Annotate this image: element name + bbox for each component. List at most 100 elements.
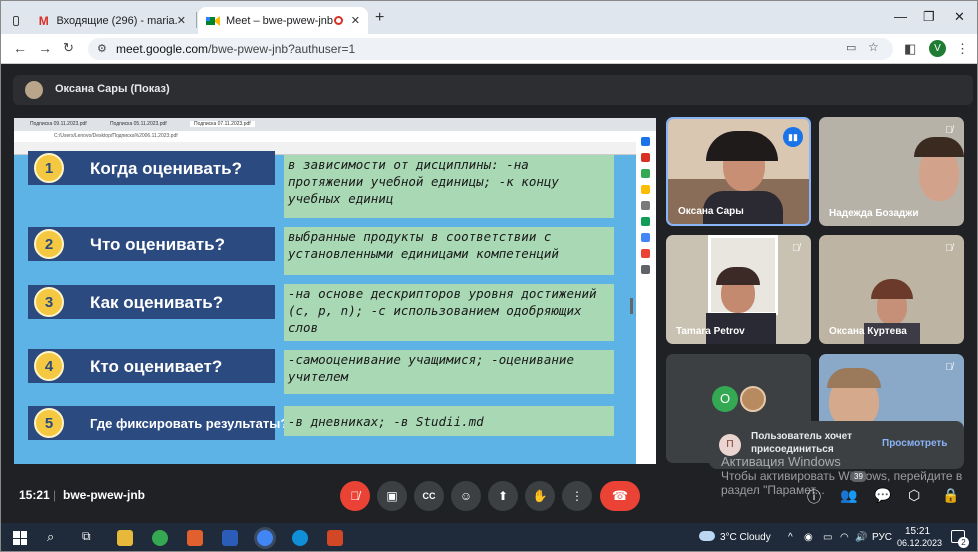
activities-icon[interactable]: ⬡ bbox=[908, 487, 920, 504]
address-bar[interactable]: ⚙ meet.google.com/bwe-pwew-jnb?authuser=… bbox=[88, 38, 893, 60]
minimize-button[interactable]: — bbox=[894, 9, 907, 24]
inner-tab: Подписка 05.11.2023.pdf bbox=[110, 121, 167, 127]
chrome-icon[interactable] bbox=[152, 530, 168, 546]
inner-scrollbar[interactable] bbox=[630, 298, 633, 314]
close-icon[interactable]: ✕ bbox=[177, 14, 186, 27]
inner-browser-tabs: Подписка 09.11.2023.pdf Подписка 05.11.2… bbox=[14, 118, 656, 131]
tab-meet-title: Meet – bwe-pwew-jnb bbox=[226, 14, 333, 27]
menu-dots-icon[interactable]: ⋮ bbox=[956, 41, 969, 57]
mic-off-icon: 🎙̸ bbox=[945, 243, 953, 254]
clock-time[interactable]: 15:21 bbox=[905, 526, 930, 537]
presenter-bar: Оксана Сары (Показ) bbox=[13, 75, 973, 105]
leave-call-button[interactable]: ☎ bbox=[600, 481, 640, 511]
view-request-button[interactable]: Просмотреть bbox=[882, 438, 947, 449]
browser-tab-strip: M Входящие (296) - maria.stiroi@ ✕ Meet … bbox=[1, 1, 977, 34]
presenter-label: Оксана Сары (Показ) bbox=[55, 83, 170, 95]
restore-button[interactable]: ❐ bbox=[923, 9, 935, 25]
bookmark-star-icon[interactable]: ☆ bbox=[868, 40, 879, 54]
chrome-active-icon[interactable] bbox=[257, 530, 273, 546]
tray-chevron-icon[interactable]: ^ bbox=[788, 532, 793, 543]
raise-hand-button[interactable]: ✋ bbox=[525, 481, 555, 511]
participant-tile[interactable]: 🎙̸ Оксана Куртева bbox=[819, 235, 964, 344]
participant-name: Tamara Petrov bbox=[676, 326, 745, 337]
wifi-icon[interactable]: ◠ bbox=[840, 532, 849, 543]
divider: | bbox=[53, 488, 57, 502]
slide-answer-4: -самооценивание учащимися; -оценивание у… bbox=[284, 350, 614, 394]
avatar bbox=[740, 386, 766, 412]
tray-app-icon[interactable]: ◉ bbox=[804, 532, 813, 543]
participant-tile[interactable]: 🎙̸ Надежда Бозаджи bbox=[819, 117, 964, 226]
search-icon[interactable]: ⌕ bbox=[47, 529, 54, 545]
camera-icon[interactable]: ▭ bbox=[846, 41, 856, 54]
meeting-time: 15:21 bbox=[19, 488, 50, 502]
notification-text: Пользователь хочет присоединиться bbox=[751, 431, 852, 455]
mic-toggle-button[interactable]: 🎙̸ bbox=[340, 481, 370, 511]
notification-count-badge: 2 bbox=[958, 537, 969, 548]
slide-number-4: 4 bbox=[34, 351, 64, 381]
file-explorer-icon[interactable] bbox=[117, 530, 133, 546]
participant-initial: O bbox=[712, 386, 738, 412]
mic-off-icon: 🎙̸ bbox=[945, 362, 953, 373]
volume-icon[interactable]: 🔊 bbox=[855, 532, 867, 543]
windows-start-icon[interactable] bbox=[13, 531, 27, 545]
slide-number-2: 2 bbox=[34, 229, 64, 259]
meet-stage: Оксана Сары (Показ) Подписка 09.11.2023.… bbox=[1, 65, 977, 523]
tab-list-button[interactable] bbox=[1, 7, 27, 34]
tab-meet[interactable]: Meet – bwe-pwew-jnb ✕ bbox=[198, 7, 368, 34]
clock-date[interactable]: 06.12.2023 bbox=[897, 538, 942, 548]
shared-screen: Подписка 09.11.2023.pdf Подписка 05.11.2… bbox=[14, 118, 656, 464]
meet-icon bbox=[206, 14, 220, 28]
side-panel-icon[interactable]: ◧ bbox=[904, 41, 916, 57]
books-icon[interactable] bbox=[187, 530, 203, 546]
slide-question-4: Кто оценивает? bbox=[28, 349, 275, 383]
captions-button[interactable]: CC bbox=[414, 481, 444, 511]
network-icon[interactable]: ▭ bbox=[823, 532, 832, 543]
weather-text[interactable]: 3°C Cloudy bbox=[720, 532, 771, 543]
inner-tab: Подписка 07.11.2023.pdf bbox=[190, 121, 255, 127]
slide-question-1: Когда оценивать? bbox=[28, 151, 275, 185]
slide-number-3: 3 bbox=[34, 287, 64, 317]
forward-icon[interactable]: → bbox=[38, 40, 52, 56]
site-settings-icon[interactable]: ⚙ bbox=[97, 42, 107, 55]
tab-gmail-title: Входящие (296) - maria.stiroi@ bbox=[56, 14, 177, 27]
word-icon[interactable] bbox=[222, 530, 238, 546]
participant-tile[interactable]: 🎙̸ Tamara Petrov bbox=[666, 235, 811, 344]
participant-name: Оксана Куртева bbox=[829, 326, 907, 337]
close-window-button[interactable]: ✕ bbox=[954, 9, 965, 25]
url-path: /bwe-pwew-jnb?authuser=1 bbox=[208, 42, 356, 56]
people-icon[interactable]: 👥 bbox=[840, 487, 857, 504]
profile-avatar[interactable]: V bbox=[929, 40, 946, 57]
slide-answer-3: -на основе дескрипторов уровня достижени… bbox=[284, 284, 614, 341]
more-options-button[interactable]: ⋮ bbox=[562, 481, 592, 511]
info-icon[interactable]: ⓘ bbox=[807, 487, 821, 507]
slide-question-2: Что оценивать? bbox=[28, 227, 275, 261]
close-icon[interactable]: ✕ bbox=[351, 14, 360, 27]
url-host: meet.google.com bbox=[116, 42, 209, 56]
tab-gmail[interactable]: M Входящие (296) - maria.stiroi@ ✕ bbox=[29, 7, 194, 34]
present-button[interactable]: ⬆ bbox=[488, 481, 518, 511]
powerpoint-icon[interactable] bbox=[327, 530, 343, 546]
edge-icon[interactable] bbox=[292, 530, 308, 546]
slide-answer-2: выбранные продукты в соответствии с уста… bbox=[284, 227, 614, 275]
slide-question-3: Как оценивать? bbox=[28, 285, 275, 319]
reactions-button[interactable]: ☺ bbox=[451, 481, 481, 511]
language-indicator[interactable]: РУС bbox=[872, 532, 892, 543]
browser-toolbar: ← → ↻ ⚙ meet.google.com/bwe-pwew-jnb?aut… bbox=[1, 34, 977, 64]
weather-icon bbox=[699, 531, 715, 541]
chat-icon[interactable]: 💬 bbox=[874, 487, 891, 504]
task-view-icon[interactable]: ⧉ bbox=[82, 529, 91, 544]
watermark-line: Чтобы активировать Windows, перейдите в bbox=[721, 469, 963, 483]
reload-icon[interactable]: ↻ bbox=[63, 40, 74, 56]
mic-off-icon: 🎙̸ bbox=[792, 243, 800, 254]
slide-number-5: 5 bbox=[34, 408, 64, 438]
slide-number-1: 1 bbox=[34, 153, 64, 183]
participant-tile[interactable]: ▮▮ Оксана Сары bbox=[666, 117, 811, 226]
new-tab-button[interactable]: + bbox=[375, 9, 384, 27]
back-icon[interactable]: ← bbox=[13, 40, 27, 56]
camera-toggle-button[interactable]: ▣ bbox=[377, 481, 407, 511]
gmail-icon: M bbox=[38, 13, 49, 28]
inner-address-bar: C:/Users/Lenovo/Desktop/Подписка%2006.11… bbox=[14, 131, 656, 142]
notification-avatar: П bbox=[719, 434, 741, 456]
host-controls-icon[interactable]: 🔒 bbox=[942, 487, 959, 504]
inner-url: C:/Users/Lenovo/Desktop/Подписка%2006.11… bbox=[54, 133, 178, 139]
